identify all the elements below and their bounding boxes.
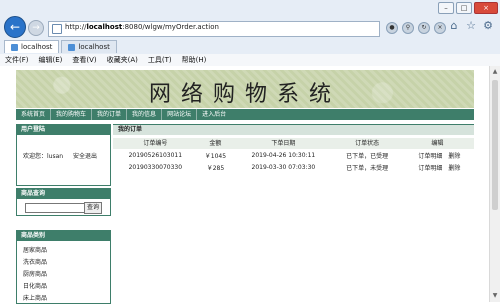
order-detail-link[interactable]: 订单明细 — [418, 153, 442, 160]
col-date: 下单日期 — [233, 138, 334, 149]
menu-favorites[interactable]: 收藏夹(A) — [102, 54, 143, 66]
welcome-text: 欢迎您：lusan 安全退出 — [23, 151, 97, 160]
window-controls: – □ × — [438, 2, 498, 14]
menu-tools[interactable]: 工具(T) — [143, 54, 177, 66]
order-date: 2019-03-30 07:03:30 — [251, 163, 316, 171]
menu-help[interactable]: 帮助(H) — [177, 54, 212, 66]
search-icon[interactable]: ⚲ — [402, 22, 414, 34]
url-host: localhost — [86, 23, 123, 31]
gear-icon[interactable]: ⚙ — [482, 20, 494, 32]
menu-bar: 文件(F) 编辑(E) 查看(V) 收藏夹(A) 工具(T) 帮助(H) — [0, 54, 500, 66]
order-status: 已下单，已受理 — [346, 152, 389, 160]
logout-link[interactable]: 安全退出 — [73, 153, 97, 160]
login-panel-header: 用户登陆 — [17, 125, 110, 135]
category-item[interactable]: 厨房商品 — [23, 269, 47, 278]
order-date: 2019-04-26 10:30:11 — [251, 151, 316, 159]
welcome-user: 欢迎您：lusan — [23, 153, 64, 160]
search-panel-header: 商品查询 — [17, 189, 110, 199]
order-delete-link[interactable]: 删除 — [448, 165, 460, 172]
favicon-icon — [11, 43, 18, 51]
nav-cart[interactable]: 我的购物车 — [51, 109, 93, 120]
site-banner: 网络购物系统 — [16, 70, 474, 108]
order-actions: 订单明细 删除 — [401, 149, 474, 161]
category-item[interactable]: 日化商品 — [23, 281, 47, 290]
menu-file[interactable]: 文件(F) — [0, 54, 34, 66]
order-delete-link[interactable]: 删除 — [448, 153, 460, 160]
page-icon — [52, 24, 62, 34]
scroll-down-icon[interactable]: ▼ — [491, 292, 499, 300]
col-amount: 金额 — [197, 138, 234, 149]
site-title: 网络购物系统 — [148, 82, 341, 107]
search-input[interactable] — [25, 203, 87, 213]
star-icon[interactable]: ☆ — [465, 20, 477, 32]
search-button[interactable]: 查询 — [84, 202, 102, 214]
close-icon[interactable]: × — [434, 22, 446, 34]
orders-panel: 我的订单 订单编号 金额 下单日期 订单状态 编辑 20190526103011… — [113, 124, 474, 302]
category-item[interactable]: 洗衣商品 — [23, 257, 47, 266]
arrow-right-icon: → — [32, 23, 40, 33]
orders-table: 订单编号 金额 下单日期 订单状态 编辑 20190526103011 ￥104… — [113, 138, 474, 173]
tab-strip: localhost localhost — [4, 40, 117, 53]
order-actions: 订单明细 删除 — [401, 161, 474, 173]
page-scrollbar[interactable]: ▲ ▼ — [489, 66, 500, 302]
address-tools: ● ⚲ ↻ × — [386, 22, 446, 34]
refresh-icon[interactable]: ↻ — [418, 22, 430, 34]
category-item[interactable]: 床上商品 — [23, 293, 47, 302]
order-amount: ￥1045 — [204, 152, 227, 160]
orders-table-header: 订单编号 金额 下单日期 订单状态 编辑 — [113, 138, 474, 149]
menu-edit[interactable]: 编辑(E) — [34, 54, 68, 66]
compatibility-icon[interactable]: ● — [386, 22, 398, 34]
order-detail-link[interactable]: 订单明细 — [418, 165, 442, 172]
home-icon[interactable]: ⌂ — [448, 20, 460, 32]
close-window-button[interactable]: × — [474, 2, 498, 14]
menu-view[interactable]: 查看(V) — [67, 54, 101, 66]
favicon-icon — [68, 43, 76, 51]
site-nav: 系统首页 我的购物车 我的订单 我的信息 网站论坛 进入后台 — [16, 109, 474, 120]
browser-toolbar: ⌂ ☆ ⚙ — [448, 20, 494, 32]
col-status: 订单状态 — [333, 138, 401, 149]
browser-chrome: – □ × ← → http://localhost:8080/wlgw/myO… — [0, 0, 500, 67]
back-button[interactable]: ← — [4, 16, 26, 38]
nav-orders[interactable]: 我的订单 — [92, 109, 128, 120]
table-row: 20190330070330 ￥285 2019-03-30 07:03:30 … — [113, 161, 474, 173]
forward-button[interactable]: → — [28, 20, 44, 36]
search-panel: 商品查询 查询 — [16, 188, 111, 216]
minimize-button[interactable]: – — [438, 2, 454, 14]
login-panel: 用户登陆 欢迎您：lusan 安全退出 — [16, 124, 111, 186]
category-panel: 商品类别 居家商品 洗衣商品 厨房商品 日化商品 床上商品 — [16, 230, 111, 304]
nav-home[interactable]: 系统首页 — [16, 109, 52, 120]
order-id: 20190330070330 — [128, 163, 183, 171]
table-row: 20190526103011 ￥1045 2019-04-26 10:30:11… — [113, 149, 474, 161]
tab-label: localhost — [21, 43, 53, 51]
col-order-id: 订单编号 — [113, 138, 198, 149]
scroll-thumb[interactable] — [492, 80, 498, 210]
nav-admin[interactable]: 进入后台 — [197, 109, 231, 120]
page-content: 网络购物系统 系统首页 我的购物车 我的订单 我的信息 网站论坛 进入后台 用户… — [0, 66, 490, 304]
col-edit: 编辑 — [400, 138, 474, 149]
tab-localhost-1[interactable]: localhost — [4, 40, 60, 53]
arrow-left-icon: ← — [9, 20, 21, 34]
order-id: 20190526103011 — [128, 151, 183, 159]
nav-profile[interactable]: 我的信息 — [127, 109, 163, 120]
tab-localhost-2[interactable]: localhost — [61, 40, 117, 53]
address-url: http://localhost:8080/wlgw/myOrder.actio… — [65, 23, 219, 31]
order-amount: ￥285 — [206, 164, 225, 172]
category-panel-header: 商品类别 — [17, 231, 110, 241]
orders-header: 我的订单 — [113, 124, 474, 135]
url-prefix: http:// — [65, 23, 87, 31]
address-bar[interactable]: http://localhost:8080/wlgw/myOrder.actio… — [48, 21, 380, 37]
nav-forum[interactable]: 网站论坛 — [162, 109, 198, 120]
category-item[interactable]: 居家商品 — [23, 245, 47, 254]
maximize-button[interactable]: □ — [456, 2, 472, 14]
order-status: 已下单，未受理 — [346, 164, 389, 172]
scroll-up-icon[interactable]: ▲ — [491, 68, 499, 76]
tab-label: localhost — [78, 43, 110, 51]
url-path: :8080/wlgw/myOrder.action — [122, 23, 219, 31]
